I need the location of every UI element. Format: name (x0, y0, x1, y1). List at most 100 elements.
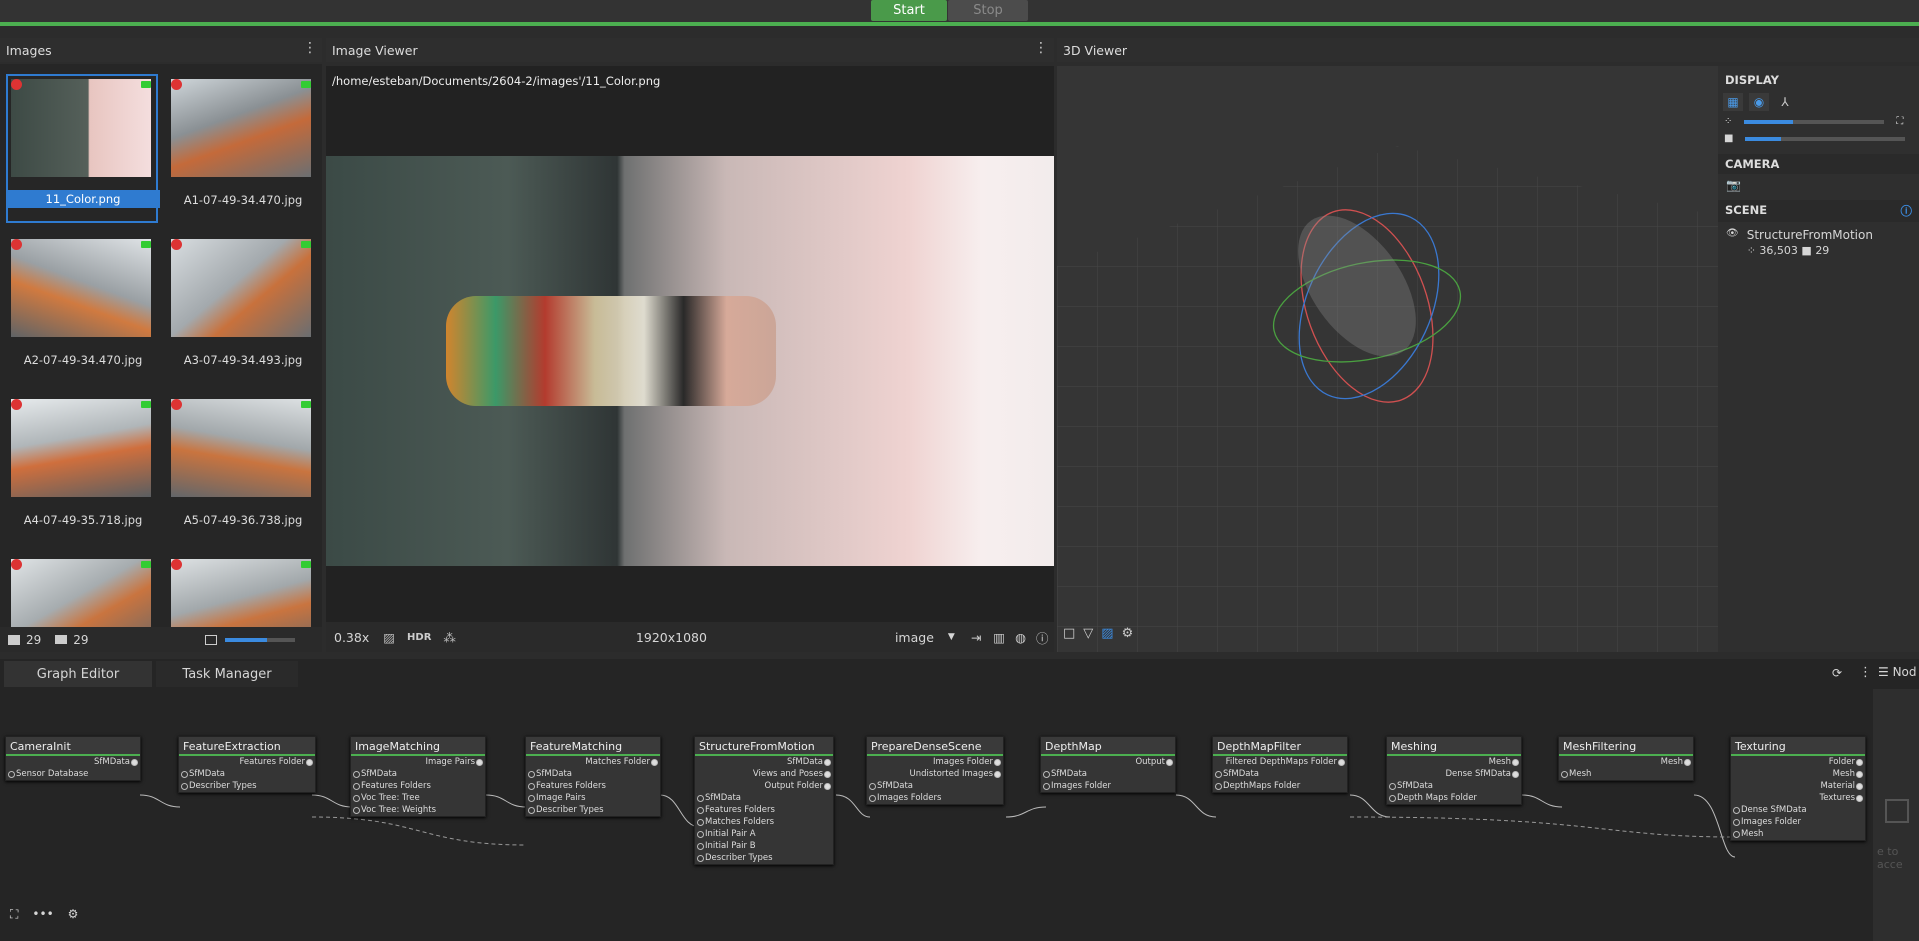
thumbnail-a7[interactable] (168, 556, 316, 627)
thumbnail-11-color[interactable]: 11_Color.png (6, 74, 160, 223)
node-depthmapfilter[interactable]: DepthMapFilter Filtered DepthMaps Folder S… (1212, 736, 1348, 793)
output-port[interactable]: Output Folder (695, 780, 833, 792)
output-port[interactable]: Mesh (1387, 756, 1521, 768)
input-port[interactable]: Dense SfMData (1731, 804, 1865, 816)
viewer-mode-select[interactable]: image (895, 630, 934, 645)
input-port[interactable]: Images Folder (1041, 780, 1175, 792)
input-port[interactable]: Images Folder (1731, 816, 1865, 828)
input-port[interactable]: DepthMaps Folder (1213, 780, 1347, 792)
input-port[interactable]: Image Pairs (526, 792, 660, 804)
thumbnail-a6[interactable] (8, 556, 156, 627)
image-viewport[interactable]: /home/esteban/Documents/2604-2/images'/1… (326, 66, 1054, 622)
node-camerainit[interactable]: CameraInit SfMData Sensor Database (5, 736, 141, 781)
output-port[interactable]: Matches Folder (526, 756, 660, 768)
node-featurematching[interactable]: FeatureMatching Matches Folder SfMData Feat… (525, 736, 661, 817)
scene-item[interactable]: 👁 StructureFromMotion ⁘ 36,503 ■ 29 (1718, 222, 1919, 263)
output-port[interactable]: SfMData (695, 756, 833, 768)
settings-icon[interactable]: ⚙ (1122, 626, 1134, 641)
input-port[interactable]: Initial Pair B (695, 840, 833, 852)
output-port[interactable]: SfMData (6, 756, 140, 768)
input-port[interactable]: Features Folders (351, 780, 485, 792)
grid-view-icon[interactable]: ▦ (1723, 93, 1743, 111)
camera-snapshot-icon[interactable]: 📷 (1718, 174, 1919, 196)
export-icon[interactable]: ⇥ (971, 630, 981, 645)
start-button[interactable]: Start (871, 0, 947, 21)
graph-settings-icon[interactable]: ⚙ (68, 907, 79, 922)
output-port[interactable]: Mesh (1731, 768, 1865, 780)
fit-view-icon[interactable]: ⛶ (1896, 116, 1903, 127)
globe-icon[interactable]: ◍ (1015, 630, 1026, 645)
node-texturing[interactable]: Texturing Folder Mesh Material Textures Dense… (1730, 736, 1866, 841)
output-port[interactable]: Textures (1731, 792, 1865, 804)
node-imagematching[interactable]: ImageMatching Image Pairs SfMData Features … (350, 736, 486, 817)
thumbnail-a1[interactable]: A1-07-49-34.470.jpg (168, 76, 316, 221)
thumbnail-a4[interactable]: A4-07-49-35.718.jpg (8, 396, 156, 541)
thumbnail-a5[interactable]: A5-07-49-36.738.jpg (168, 396, 316, 541)
input-port[interactable]: SfMData (351, 768, 485, 780)
input-port[interactable]: Initial Pair A (695, 828, 833, 840)
output-port[interactable]: Filtered DepthMaps Folder (1213, 756, 1347, 768)
output-port[interactable]: Features Folder (179, 756, 315, 768)
checker-icon[interactable]: ▨ (383, 630, 395, 645)
images-menu-icon[interactable]: ⋮ (303, 40, 317, 56)
input-port[interactable]: SfMData (526, 768, 660, 780)
input-port[interactable]: SfMData (1041, 768, 1175, 780)
node-meshing[interactable]: Meshing Mesh Dense SfMData SfMData Depth Map… (1386, 736, 1522, 805)
input-port[interactable]: SfMData (179, 768, 315, 780)
output-port[interactable]: Image Pairs (351, 756, 485, 768)
input-port[interactable]: Voc Tree: Tree (351, 792, 485, 804)
input-port[interactable]: Features Folders (695, 804, 833, 816)
node-structurefrommotion[interactable]: StructureFromMotion SfMData Views and Pose… (694, 736, 834, 865)
viewer3d-canvas[interactable]: □ ▽ ▨ ⚙ (1057, 66, 1718, 652)
refresh-icon[interactable]: ⟳ (1832, 666, 1842, 680)
thumbnail-size-slider[interactable] (224, 637, 295, 642)
output-port[interactable]: Views and Poses (695, 768, 833, 780)
features-icon[interactable]: ⁂ (443, 630, 456, 645)
thumbnail-a3[interactable]: A3-07-49-34.493.jpg (168, 236, 316, 381)
node-meshfiltering[interactable]: MeshFiltering Mesh Mesh (1558, 736, 1694, 781)
input-port[interactable]: SfMData (695, 792, 833, 804)
stop-button[interactable]: Stop (948, 0, 1028, 21)
input-port[interactable]: Describer Types (695, 852, 833, 864)
histogram-icon[interactable]: ▥ (993, 630, 1005, 645)
node-depthmap[interactable]: DepthMap Output SfMData Images Folder (1040, 736, 1176, 793)
tab-task-manager[interactable]: Task Manager (156, 661, 298, 687)
input-port[interactable]: Matches Folders (695, 816, 833, 828)
filter-icon[interactable]: ▽ (1083, 626, 1093, 641)
node-featureextraction[interactable]: FeatureExtraction Features Folder SfMData D… (178, 736, 316, 793)
axes-icon[interactable]: ⅄ (1775, 93, 1795, 111)
output-port[interactable]: Material (1731, 780, 1865, 792)
node-preparedensescene[interactable]: PrepareDenseScene Images Folder Undistorte… (866, 736, 1004, 805)
input-port[interactable]: Mesh (1731, 828, 1865, 840)
chevron-down-icon[interactable]: ▼ (948, 632, 955, 642)
hdr-toggle[interactable]: HDR (407, 632, 431, 643)
output-port[interactable]: Dense SfMData (1387, 768, 1521, 780)
bounding-box-icon[interactable]: □ (1063, 626, 1075, 641)
input-port[interactable]: SfMData (1213, 768, 1347, 780)
input-port[interactable]: Describer Types (179, 780, 315, 792)
scene-info-icon[interactable]: ⓘ (1901, 203, 1913, 219)
output-port[interactable]: Output (1041, 756, 1175, 768)
output-port[interactable]: Images Folder (867, 756, 1003, 768)
camera-scale-slider[interactable] (1745, 136, 1906, 141)
output-port[interactable]: Mesh (1559, 756, 1693, 768)
input-port[interactable]: SfMData (1387, 780, 1521, 792)
point-size-slider[interactable] (1744, 119, 1885, 124)
image-viewer-menu-icon[interactable]: ⋮ (1034, 40, 1048, 56)
input-port[interactable]: Sensor Database (6, 768, 140, 780)
more-icon[interactable]: ••• (32, 907, 53, 922)
input-port[interactable]: Depth Maps Folder (1387, 792, 1521, 804)
input-port[interactable]: Describer Types (526, 804, 660, 816)
input-port[interactable]: Images Folders (867, 792, 1003, 804)
grid-toggle-icon[interactable]: ▨ (1101, 626, 1113, 641)
fit-graph-icon[interactable]: ⛶ (10, 907, 18, 922)
input-port[interactable]: SfMData (867, 780, 1003, 792)
origin-icon[interactable]: ◉ (1749, 93, 1769, 111)
input-port[interactable]: Mesh (1559, 768, 1693, 780)
output-port[interactable]: Folder (1731, 756, 1865, 768)
node-editor-label[interactable]: ☰ Nod (1878, 665, 1917, 679)
input-port[interactable]: Features Folders (526, 780, 660, 792)
input-port[interactable]: Voc Tree: Weights (351, 804, 485, 816)
output-port[interactable]: Undistorted Images (867, 768, 1003, 780)
eye-icon[interactable]: 👁 (1726, 228, 1739, 257)
